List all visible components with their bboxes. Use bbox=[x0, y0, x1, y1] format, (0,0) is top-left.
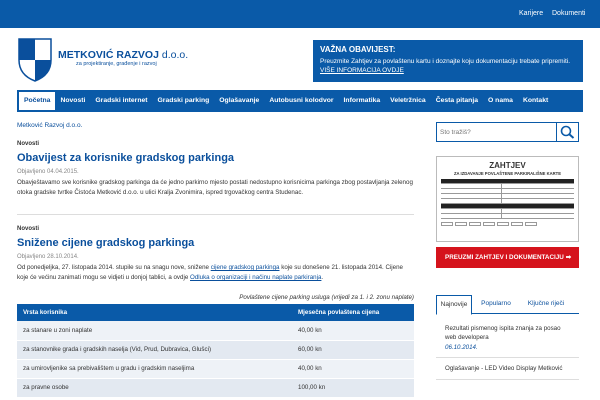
column-header: Mjesečna povlaštena cijena bbox=[292, 304, 414, 321]
article-category[interactable]: Novosti bbox=[17, 226, 414, 232]
decision-link[interactable]: Odluka o organizaciji i načinu naplate p… bbox=[190, 274, 321, 281]
tab-keywords[interactable]: Ključne riječi bbox=[520, 295, 572, 314]
table-cell: za umirovljenike sa prebivalištem u grad… bbox=[17, 359, 292, 379]
breadcrumb[interactable]: Metković Razvoj d.o.o. bbox=[17, 122, 82, 129]
nav-item-home[interactable]: Početna bbox=[19, 92, 56, 110]
nav-item-it[interactable]: Informatika bbox=[339, 92, 386, 110]
table-row: za pravne osobe 100,00 kn bbox=[17, 378, 414, 398]
nav-item-city-internet[interactable]: Gradski internet bbox=[90, 92, 152, 110]
search-input[interactable] bbox=[437, 123, 557, 141]
table-cell: 40,00 kn bbox=[292, 321, 414, 341]
column-header: Vrsta korisnika bbox=[17, 304, 292, 321]
article: Novosti Snižene cijene gradskog parkinga… bbox=[17, 226, 414, 283]
top-bar: Karijere Dokumenti bbox=[0, 0, 600, 28]
top-link-careers[interactable]: Karijere bbox=[519, 10, 543, 17]
form-title: ZAHTJEV bbox=[489, 161, 526, 170]
top-link-documents[interactable]: Dokumenti bbox=[552, 10, 585, 17]
notice-link[interactable]: VIŠE INFORMACIJA OVDJE bbox=[320, 67, 404, 74]
table-cell: 100,00 kn bbox=[292, 378, 414, 398]
table-header-row: Vrsta korisnika Mjesečna povlaštena cije… bbox=[17, 304, 414, 321]
form-subtitle: ZA IZDAVANJE POVLAŠTENE PARKIRALIŠNE KAR… bbox=[453, 171, 562, 176]
cta-label: PREUZMI ZAHTJEV I DOKUMENTACIJU bbox=[445, 254, 564, 261]
tab-latest[interactable]: Najnovije bbox=[436, 295, 472, 315]
list-item[interactable]: Rezultati pismenog ispita znanja za posa… bbox=[436, 318, 579, 358]
table-cell: za stanare u zoni naplate bbox=[17, 321, 292, 341]
request-form-preview[interactable]: ZAHTJEV ZA IZDAVANJE POVLAŠTENE PARKIRAL… bbox=[436, 156, 579, 242]
latest-news-list: Rezultati pismenog ispita znanja za posa… bbox=[436, 318, 579, 380]
article-title[interactable]: Snižene cijene gradskog parkinga bbox=[17, 237, 414, 249]
logo-tagline: za projektiranje, građenje i razvoj bbox=[76, 61, 157, 67]
article-title[interactable]: Obavijest za korisnike gradskog parkinga bbox=[17, 152, 414, 164]
article-body: Od ponedjeljka, 27. listopada 2014. stup… bbox=[17, 264, 403, 281]
article-body: Obavještavamo sve korisnike gradskog par… bbox=[17, 179, 413, 196]
divider bbox=[17, 214, 414, 215]
form-checkboxes bbox=[441, 222, 574, 226]
news-title[interactable]: Rezultati pismenog ispita znanja za posa… bbox=[445, 324, 570, 342]
table-row: za umirovljenike sa prebivalištem u grad… bbox=[17, 359, 414, 379]
news-title[interactable]: Oglašavanje - LED Video Display Metković bbox=[445, 364, 570, 373]
article-date: Objavljeno 28.10.2014. bbox=[17, 254, 79, 260]
shield-logo-icon bbox=[18, 38, 52, 82]
nav-item-advertising[interactable]: Oglašavanje bbox=[214, 92, 264, 110]
search-button[interactable] bbox=[556, 123, 578, 141]
table-cell: 40,00 kn bbox=[292, 359, 414, 379]
table-cell: 60,00 kn bbox=[292, 340, 414, 360]
nav-item-market[interactable]: Veletržnica bbox=[385, 92, 431, 110]
table-row: za stanare u zoni naplate 40,00 kn bbox=[17, 321, 414, 341]
notice-title: VAŽNA OBAVIJEST: bbox=[320, 45, 396, 54]
nav-item-contact[interactable]: Kontakt bbox=[518, 92, 553, 110]
form-lines bbox=[441, 179, 574, 219]
logo-name: METKOVIĆ RAZVOJ d.o.o. bbox=[58, 49, 189, 61]
nav-item-about[interactable]: O nama bbox=[483, 92, 518, 110]
nav-item-faq[interactable]: Česta pitanja bbox=[431, 92, 483, 110]
arrow-right-icon: ➡ bbox=[565, 254, 571, 261]
download-request-button[interactable]: PREUZMI ZAHTJEV I DOKUMENTACIJU ➡ bbox=[436, 247, 579, 268]
main-nav: Početna Novosti Gradski internet Gradski… bbox=[17, 90, 583, 112]
search-box bbox=[436, 122, 579, 142]
article: Novosti Obavijest za korisnike gradskog … bbox=[17, 141, 414, 198]
table-cell: za stanovnike grada i gradskih naselja (… bbox=[17, 340, 292, 360]
tab-popular[interactable]: Popularno bbox=[476, 295, 516, 314]
table-row: za stanovnike grada i gradskih naselja (… bbox=[17, 340, 414, 360]
article-date: Objavljeno 04.04.2015. bbox=[17, 169, 79, 175]
sidebar-tabs: Najnovije Popularno Ključne riječi bbox=[436, 292, 579, 315]
table-cell: za pravne osobe bbox=[17, 378, 292, 398]
list-item[interactable]: Oglašavanje - LED Video Display Metković bbox=[436, 358, 579, 380]
news-date: 06.10.2014. bbox=[445, 344, 478, 351]
important-notice: VAŽNA OBAVIJEST: Preuzmite Zahtjev za po… bbox=[313, 40, 583, 82]
article-category[interactable]: Novosti bbox=[17, 141, 414, 147]
table-caption: Povlaštene cijene parking usluga (vrijed… bbox=[239, 294, 414, 301]
nav-item-bus-station[interactable]: Autobusni kolodvor bbox=[264, 92, 338, 110]
search-icon bbox=[560, 125, 575, 139]
prices-link[interactable]: cijene gradskog parkinga bbox=[211, 264, 280, 271]
price-table: Vrsta korisnika Mjesečna povlaštena cije… bbox=[17, 304, 414, 398]
nav-item-news[interactable]: Novosti bbox=[55, 92, 90, 110]
nav-item-city-parking[interactable]: Gradski parking bbox=[153, 92, 215, 110]
notice-text: Preuzmite Zahtjev za povlaštenu kartu i … bbox=[320, 58, 571, 74]
